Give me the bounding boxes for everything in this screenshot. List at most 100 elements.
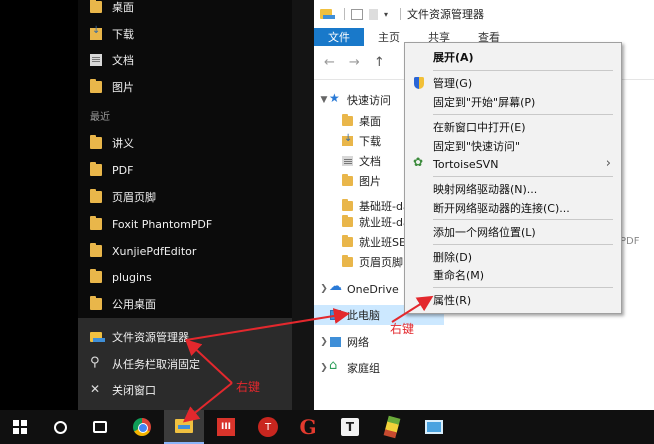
- recent-item[interactable]: XunjiePdfEditor: [78, 238, 292, 264]
- jumplist-item-label: 下载: [112, 28, 134, 41]
- annotation-right-click-taskbar: 右键: [236, 380, 261, 394]
- recent-item-label: PDF: [112, 163, 134, 177]
- menu-item-rename[interactable]: 重命名(M): [405, 265, 621, 285]
- tortoise-icon: [413, 155, 425, 170]
- properties-quick-icon[interactable]: [351, 8, 363, 20]
- divider: [400, 8, 402, 20]
- recent-item[interactable]: Foxit PhantomPDF: [78, 211, 292, 237]
- chevron-right-icon[interactable]: ❯: [318, 310, 330, 320]
- red-g-app-icon: G: [299, 415, 317, 439]
- nav-homegroup[interactable]: ❯家庭组: [314, 358, 444, 378]
- recent-item[interactable]: 讲义: [78, 130, 292, 156]
- pencil-app-icon: [383, 415, 401, 439]
- download-folder-icon: [90, 25, 102, 40]
- red-round-app-button[interactable]: T: [248, 410, 288, 444]
- menu-item-pin-quick-access[interactable]: 固定到"快速访问": [405, 136, 621, 156]
- nav-label: 页眉页脚: [359, 256, 403, 269]
- recent-item[interactable]: plugins: [78, 264, 292, 290]
- red-app-button[interactable]: III: [206, 410, 246, 444]
- unpin-icon: [90, 355, 102, 370]
- menu-item-delete[interactable]: 删除(D): [405, 247, 621, 267]
- up-arrow-icon[interactable]: ↑: [374, 55, 385, 70]
- folder-icon: [342, 235, 353, 247]
- jumplist-item-documents[interactable]: 文档: [78, 47, 292, 73]
- window-title: 文件资源管理器: [407, 8, 485, 21]
- action-label: 从任务栏取消固定: [112, 358, 200, 371]
- tab-file[interactable]: 文件: [314, 28, 364, 46]
- unpin-from-taskbar-action[interactable]: 从任务栏取消固定: [78, 351, 292, 377]
- menu-separator: [433, 114, 613, 115]
- file-explorer-icon: [90, 332, 105, 342]
- new-folder-quick-icon[interactable]: [369, 8, 378, 20]
- recent-item[interactable]: 公用桌面: [78, 291, 292, 317]
- chevron-right-icon[interactable]: ❯: [318, 337, 330, 347]
- action-label: 关闭窗口: [112, 384, 156, 397]
- homegroup-icon: [329, 358, 341, 373]
- network-icon: [330, 337, 341, 347]
- cortana-button[interactable]: [40, 410, 80, 444]
- start-button[interactable]: [0, 410, 40, 444]
- menu-item-pin-to-start[interactable]: 固定到"开始"屏幕(P): [405, 92, 621, 112]
- cloud-icon: [329, 279, 342, 294]
- folder-icon: [90, 162, 102, 176]
- nav-label: OneDrive: [347, 282, 399, 296]
- nav-label: 就业班SE: [359, 236, 406, 249]
- chevron-right-icon: ›: [605, 156, 611, 171]
- nav-label: 网络: [347, 336, 369, 349]
- typora-icon: T: [341, 418, 359, 436]
- chevron-down-icon[interactable]: ▾: [384, 10, 388, 19]
- document-icon: [342, 156, 353, 166]
- red-g-app-button[interactable]: G: [288, 410, 328, 444]
- divider: [344, 8, 345, 20]
- jumplist-item-desktop[interactable]: 桌面: [78, 0, 292, 20]
- screen-app-icon: [425, 420, 443, 434]
- recent-item[interactable]: 页眉页脚: [78, 184, 292, 210]
- windows-icon: [13, 420, 27, 434]
- menu-item-add-network-location[interactable]: 添加一个网络位置(L): [405, 222, 621, 242]
- computer-icon: [330, 310, 341, 320]
- menu-item-tortoisesvn[interactable]: TortoiseSVN ›: [405, 154, 621, 174]
- folder-icon: [90, 243, 102, 257]
- nav-label: 桌面: [359, 115, 381, 128]
- menu-item-expand[interactable]: 展开(A): [405, 47, 621, 67]
- chrome-icon: [133, 418, 151, 436]
- back-arrow-icon[interactable]: ←: [324, 55, 335, 70]
- file-explorer-taskbar-button[interactable]: [164, 410, 204, 444]
- recent-item[interactable]: PDF: [78, 157, 292, 183]
- folder-icon: [342, 114, 353, 126]
- task-view-button[interactable]: [80, 410, 120, 444]
- typora-button[interactable]: T: [330, 410, 370, 444]
- cortana-icon: [53, 420, 67, 434]
- menu-item-open-new-window[interactable]: 在新窗口中打开(E): [405, 117, 621, 137]
- jumplist-item-label: 文档: [112, 54, 134, 67]
- screen-app-button[interactable]: [414, 410, 454, 444]
- forward-arrow-icon[interactable]: →: [349, 55, 360, 70]
- folder-icon: [90, 296, 102, 310]
- title-bar: ▾ 文件资源管理器: [314, 0, 654, 28]
- open-file-explorer-action[interactable]: 文件资源管理器: [78, 324, 292, 350]
- taskbar: III T G T: [0, 410, 654, 444]
- folder-icon: [90, 216, 102, 230]
- pictures-folder-icon: [342, 174, 353, 186]
- menu-item-properties[interactable]: 属性(R): [405, 290, 621, 310]
- menu-item-map-drive[interactable]: 映射网络驱动器(N)...: [405, 179, 621, 199]
- file-explorer-icon: [175, 419, 193, 433]
- jumplist-item-downloads[interactable]: 下载: [78, 21, 292, 47]
- folder-icon: [90, 135, 102, 149]
- content-pane-text: PDF: [620, 236, 640, 247]
- jumplist-actions: 文件资源管理器 从任务栏取消固定 关闭窗口: [78, 318, 292, 410]
- menu-item-manage[interactable]: 管理(G): [405, 73, 621, 93]
- nav-label: 家庭组: [347, 362, 380, 375]
- menu-separator: [433, 244, 613, 245]
- menu-item-disconnect-drive[interactable]: 断开网络驱动器的连接(C)...: [405, 198, 621, 218]
- document-icon: [90, 54, 102, 66]
- recent-item-label: plugins: [112, 270, 152, 284]
- jumplist-item-pictures[interactable]: 图片: [78, 74, 292, 100]
- folder-icon: [342, 199, 353, 211]
- nav-network[interactable]: ❯ 网络: [314, 332, 444, 352]
- action-label: 文件资源管理器: [112, 331, 189, 344]
- red-round-app-icon: T: [258, 417, 278, 437]
- pencil-app-button[interactable]: [372, 410, 412, 444]
- menu-separator: [433, 176, 613, 177]
- chrome-button[interactable]: [122, 410, 162, 444]
